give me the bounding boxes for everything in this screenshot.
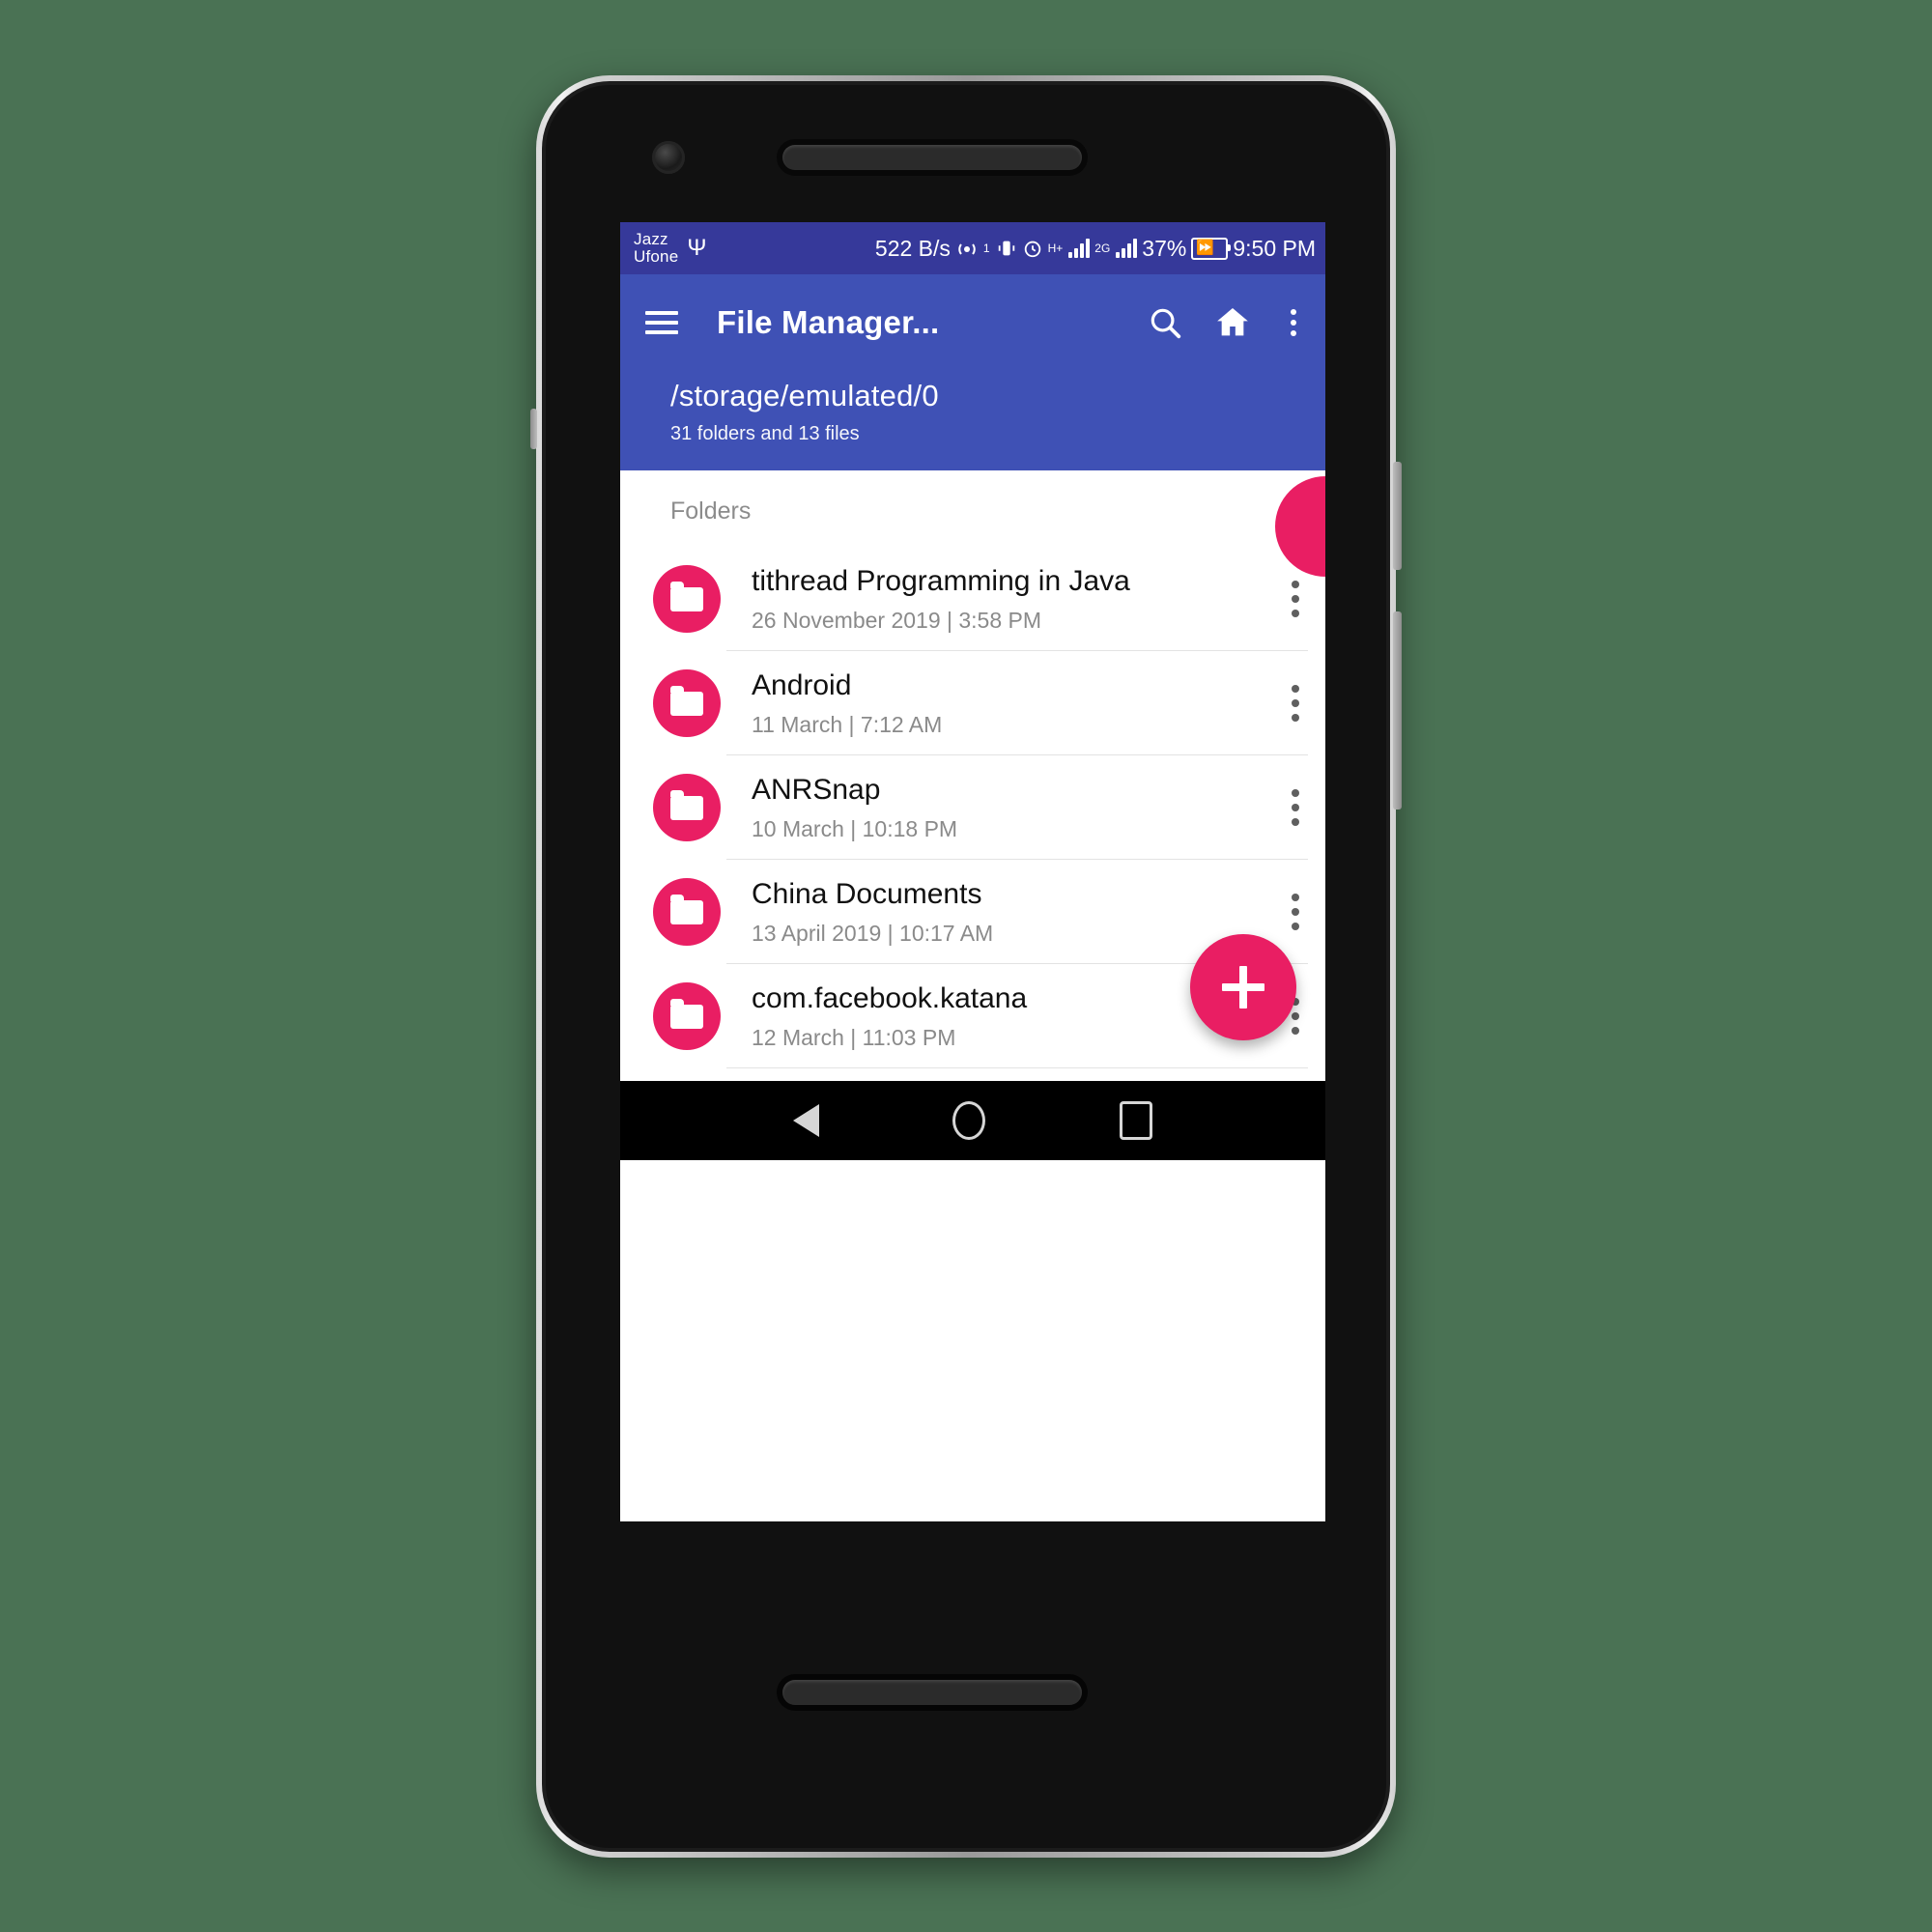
carrier-labels: Jazz Ufone	[634, 231, 678, 266]
list-item-title: ANRSnap	[752, 773, 881, 806]
home-circle-icon[interactable]	[952, 1101, 986, 1140]
list-item-meta: 11 March | 7:12 AM	[752, 711, 943, 737]
battery-icon: ⏩	[1191, 237, 1232, 260]
list-item[interactable]: tithread Programming in Java 26 November…	[620, 547, 1325, 651]
plus-icon	[1222, 966, 1264, 1009]
vibrate-icon	[996, 238, 1017, 259]
volume-button[interactable]	[1393, 611, 1402, 810]
sim2-network-label: 2G	[1094, 242, 1111, 255]
status-icons: 522 B/s 1 H+ 2G 37% ⏩ 9:50 PM	[875, 236, 1316, 262]
list-item-meta: 13 April 2019 | 10:17 AM	[752, 920, 994, 946]
hotspot-badge: 1	[982, 242, 990, 255]
list-item[interactable]: ANRSnap 10 March | 10:18 PM	[620, 755, 1325, 860]
app-bar-actions	[1146, 303, 1306, 342]
file-list[interactable]: Folders tithread Programming in Java 26 …	[620, 470, 1325, 1081]
earpiece-speaker	[782, 145, 1082, 170]
sim1-network-label: H+	[1047, 242, 1064, 255]
list-item-meta: 26 November 2019 | 3:58 PM	[752, 607, 1042, 633]
list-item[interactable]: Android 11 March | 7:12 AM	[620, 651, 1325, 755]
folder-icon	[653, 565, 721, 633]
recents-square-icon[interactable]	[1119, 1101, 1152, 1140]
current-path-label: /storage/emulated/0	[670, 379, 939, 412]
charging-bolt-icon: ⏩	[1196, 239, 1215, 256]
app-title: File Manager...	[717, 304, 940, 340]
network-speed-label: 522 B/s	[874, 235, 951, 261]
path-block: /storage/emulated/0 31 folders and 13 fi…	[620, 371, 1325, 455]
clock-label: 9:50 PM	[1233, 235, 1316, 261]
hotspot-icon	[955, 237, 979, 260]
carrier-line-2: Ufone	[634, 247, 679, 266]
sim-tray	[530, 409, 537, 449]
list-item[interactable]: DCIM 18 March | 10:21 AM	[620, 1068, 1325, 1081]
phone-device-frame: Jazz Ufone Ψ 522 B/s 1 H+ 2G 37% ⏩ 9:50 …	[530, 75, 1402, 1858]
folder-icon	[653, 982, 721, 1050]
row-overflow-icon[interactable]	[1281, 581, 1310, 617]
row-overflow-icon[interactable]	[1281, 894, 1310, 930]
app-bar-top-row: File Manager...	[620, 274, 1325, 371]
hamburger-menu-icon[interactable]	[645, 305, 678, 340]
phone-glass: Jazz Ufone Ψ 522 B/s 1 H+ 2G 37% ⏩ 9:50 …	[546, 85, 1386, 1848]
folder-icon	[653, 878, 721, 946]
folder-icon	[653, 774, 721, 841]
carrier-line-1: Jazz	[634, 230, 668, 249]
home-icon[interactable]	[1213, 303, 1252, 342]
alarm-icon	[1022, 238, 1043, 259]
add-button[interactable]	[1190, 934, 1296, 1040]
list-item-text: China Documents 13 April 2019 | 10:17 AM	[752, 878, 1269, 947]
path-count-label: 31 folders and 13 files	[670, 423, 860, 444]
front-camera-icon	[652, 141, 685, 174]
list-item-title: Android	[752, 668, 852, 701]
android-navigation-bar	[620, 1081, 1325, 1160]
section-header-folders: Folders	[670, 497, 752, 525]
power-button[interactable]	[1393, 462, 1402, 570]
back-icon[interactable]	[793, 1104, 820, 1137]
list-item-text: tithread Programming in Java 26 November…	[752, 565, 1269, 634]
bottom-speaker	[782, 1680, 1082, 1705]
list-item-title: tithread Programming in Java	[752, 564, 1130, 597]
row-overflow-icon[interactable]	[1281, 685, 1310, 722]
status-bar: Jazz Ufone Ψ 522 B/s 1 H+ 2G 37% ⏩ 9:50 …	[620, 222, 1325, 274]
row-overflow-icon[interactable]	[1281, 789, 1310, 826]
overflow-menu-icon[interactable]	[1281, 303, 1306, 342]
usb-icon: Ψ	[687, 235, 707, 261]
app-bar: File Manager... /storage/emulated/0 31 f…	[620, 274, 1325, 470]
list-item-text: ANRSnap 10 March | 10:18 PM	[752, 774, 1269, 842]
search-icon[interactable]	[1146, 303, 1184, 342]
list-item-title: China Documents	[752, 877, 982, 910]
sim1-signal-icon	[1068, 239, 1091, 258]
list-item-meta: 10 March | 10:18 PM	[752, 815, 958, 841]
battery-percent-label: 37%	[1142, 235, 1187, 261]
list-item-text: Android 11 March | 7:12 AM	[752, 669, 1269, 738]
phone-body: Jazz Ufone Ψ 522 B/s 1 H+ 2G 37% ⏩ 9:50 …	[542, 81, 1390, 1852]
folder-icon	[653, 669, 721, 737]
list-item-meta: 12 March | 11:03 PM	[752, 1024, 956, 1050]
phone-screen: Jazz Ufone Ψ 522 B/s 1 H+ 2G 37% ⏩ 9:50 …	[620, 222, 1325, 1521]
sim2-signal-icon	[1116, 239, 1138, 258]
